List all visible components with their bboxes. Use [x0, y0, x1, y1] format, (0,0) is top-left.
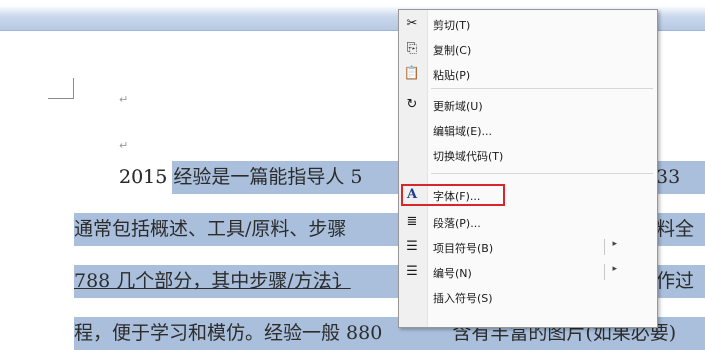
- selected-line-2[interactable]: 通常包括概述、工具/原料、步骤: [74, 213, 398, 246]
- line-2-right-text: 料全: [656, 218, 695, 240]
- numbering-icon: ☰: [406, 264, 418, 279]
- menu-item-cut[interactable]: ✂ 剪切(T): [399, 13, 657, 35]
- menu-item-paragraph[interactable]: ≣ 段落(P)...: [399, 211, 657, 233]
- margin-corner-mark: [48, 98, 73, 99]
- menu-item-insert-symbol-label: 插入符号(S): [433, 292, 493, 305]
- bullets-icon: ☰: [406, 239, 418, 254]
- line-4-text: 程，便于学习和模仿。经验一般 880: [74, 322, 383, 344]
- line-1-text-span: 2015 经验是一篇能指导人 5: [119, 166, 363, 188]
- margin-corner-mark-vertical: [73, 78, 74, 99]
- menu-item-copy[interactable]: ⎘ 复制(C): [399, 38, 657, 60]
- line-2-right: 料全: [656, 213, 705, 246]
- menu-item-paste-label: 粘贴(P): [433, 69, 471, 82]
- menu-item-numbering[interactable]: ☰ 编号(N) ▸: [399, 261, 657, 283]
- line-1-right: 33: [656, 161, 705, 194]
- menu-separator: [431, 173, 653, 174]
- paragraph-mark: ↵: [119, 139, 129, 152]
- line-3-right: 作过: [656, 265, 705, 298]
- menu-item-insert-symbol[interactable]: 插入符号(S): [399, 286, 657, 308]
- menu-item-bullets-label: 项目符号(B): [433, 242, 494, 255]
- menu-item-toggle-field-codes[interactable]: 切换域代码(T): [399, 144, 657, 166]
- menu-item-edit-field[interactable]: 编辑域(E)...: [399, 119, 657, 141]
- selected-line-3[interactable]: 788 几个部分，其中步骤/方法讠: [74, 265, 398, 298]
- line-1-text: 2015 经验是一篇能指导人 5: [119, 161, 363, 194]
- line-3-right-text: 作过: [656, 270, 695, 292]
- menu-item-bullets[interactable]: ☰ 项目符号(B) ▸: [399, 236, 657, 258]
- line-1-right-text: 33: [656, 166, 681, 188]
- menu-item-update-field[interactable]: ↻ 更新域(U): [399, 94, 657, 116]
- menu-item-cut-label: 剪切(T): [433, 19, 471, 32]
- submenu-divider: [604, 239, 605, 255]
- scissors-icon: ✂: [406, 16, 418, 31]
- line-2-text: 通常包括概述、工具/原料、步骤: [74, 218, 347, 240]
- font-item-highlight-box: [401, 184, 505, 206]
- menu-item-edit-field-label: 编辑域(E)...: [433, 125, 493, 138]
- context-menu: ✂ 剪切(T) ⎘ 复制(C) 📋 粘贴(P) ↻ 更新域(U) 编辑域(E).…: [398, 9, 658, 328]
- menu-item-paragraph-label: 段落(P)...: [433, 217, 481, 230]
- menu-item-numbering-label: 编号(N): [433, 267, 472, 280]
- menu-item-update-field-label: 更新域(U): [433, 100, 483, 113]
- paragraph-icon: ≣: [406, 214, 418, 229]
- menu-item-paste[interactable]: 📋 粘贴(P): [399, 63, 657, 85]
- menu-separator: [431, 88, 653, 89]
- paste-icon: 📋: [403, 66, 421, 81]
- paragraph-mark: ↵: [119, 93, 129, 106]
- submenu-divider: [604, 264, 605, 280]
- copy-icon: ⎘: [406, 41, 418, 56]
- menu-item-copy-label: 复制(C): [433, 44, 472, 57]
- chevron-right-icon: ▸: [612, 264, 617, 274]
- update-field-icon: ↻: [406, 97, 418, 112]
- menu-item-toggle-field-codes-label: 切换域代码(T): [433, 150, 504, 163]
- line-3-text: 788 几个部分，其中步骤/方法讠: [74, 270, 351, 292]
- chevron-right-icon: ▸: [612, 239, 617, 249]
